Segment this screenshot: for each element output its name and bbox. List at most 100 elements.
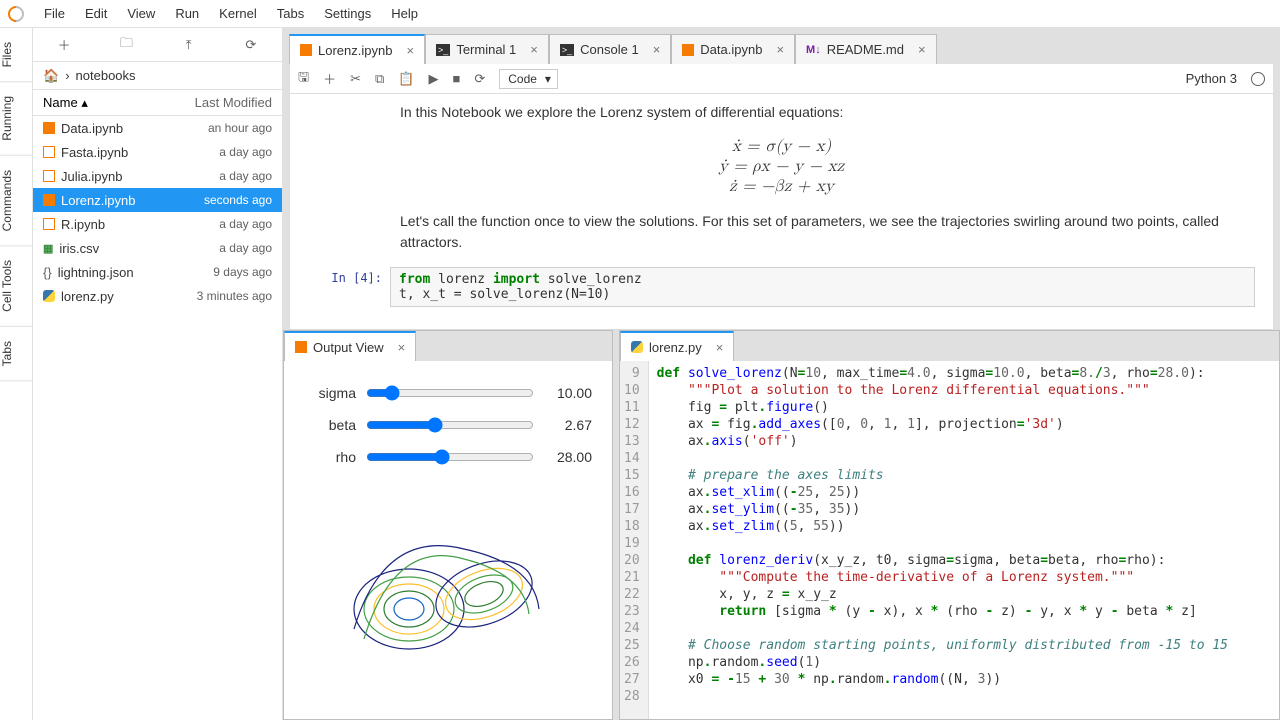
slider-label: rho [304, 449, 356, 465]
lorenz-plot [284, 479, 612, 702]
home-icon[interactable]: 🏠 [43, 68, 59, 84]
dock-tab[interactable]: Data.ipynb × [671, 34, 795, 64]
file-item[interactable]: Fasta.ipynb a day ago [33, 140, 282, 164]
sidetab-commands[interactable]: Commands [0, 156, 32, 246]
file-modified: a day ago [219, 241, 272, 255]
equation-1: ẋ = σ(y − x) [290, 137, 1273, 157]
input-prompt: In [4]: [290, 267, 390, 307]
jupyter-logo-icon [5, 2, 28, 25]
close-icon[interactable]: × [398, 43, 414, 58]
kernel-name[interactable]: Python 3 [1186, 71, 1237, 86]
sidetab-files[interactable]: Files [0, 28, 32, 82]
file-list-header[interactable]: Name ▴ Last Modified [33, 90, 282, 116]
menu-run[interactable]: Run [165, 0, 209, 28]
file-modified: seconds ago [204, 193, 272, 207]
sidetab-tabs[interactable]: Tabs [0, 327, 32, 381]
save-icon[interactable]: 🖫 [298, 68, 309, 90]
close-icon[interactable]: × [390, 340, 406, 355]
spreadsheet-icon: ▦ [43, 242, 53, 255]
markdown-cell-2[interactable]: Let's call the function once to view the… [290, 203, 1273, 261]
stop-icon[interactable]: ■ [452, 71, 460, 86]
breadcrumb-folder[interactable]: notebooks [76, 68, 136, 83]
menu-tabs[interactable]: Tabs [267, 0, 314, 28]
tab-label: Output View [313, 340, 384, 355]
notebook-icon [43, 218, 55, 230]
file-modified: 3 minutes ago [197, 289, 272, 303]
file-item[interactable]: {}lightning.json9 days ago [33, 260, 282, 284]
dock-tab[interactable]: >_Console 1× [549, 34, 671, 64]
header-modified[interactable]: Last Modified [172, 95, 282, 110]
new-folder-icon[interactable]: 🗀 [118, 34, 134, 56]
code-editor[interactable]: 910111213141516171819202122232425262728 … [620, 361, 1279, 719]
slider-label: sigma [304, 385, 356, 401]
header-name[interactable]: Name [43, 95, 78, 110]
file-name: Data.ipynb [61, 121, 202, 136]
sidetab-cell-tools[interactable]: Cell Tools [0, 246, 32, 327]
python-icon [631, 341, 643, 353]
file-item[interactable]: Lorenz.ipynbseconds ago [33, 188, 282, 212]
tab-label: Lorenz.ipynb [318, 43, 392, 58]
file-item[interactable]: ▦iris.csva day ago [33, 236, 282, 260]
file-item[interactable]: Julia.ipynba day ago [33, 164, 282, 188]
code-cell[interactable]: In [4]: from lorenz import solve_lorenzt… [290, 267, 1273, 307]
python-icon [43, 290, 55, 302]
slider-input[interactable] [366, 417, 534, 433]
tab-label: Data.ipynb [700, 42, 762, 57]
tab-lorenz-py[interactable]: lorenz.py× [620, 331, 734, 361]
notebook-icon [43, 194, 55, 206]
dock-tab[interactable]: M↓README.md× [795, 34, 937, 64]
dock-tabbar: Lorenz.ipynb×>_Terminal 1×>_Console 1×Da… [289, 34, 1274, 64]
insert-cell-icon[interactable]: ＋ [323, 69, 336, 88]
close-icon[interactable]: × [522, 42, 538, 57]
menubar: FileEditViewRunKernelTabsSettingsHelp [0, 0, 1280, 28]
refresh-icon[interactable]: ⟳ [243, 37, 259, 53]
tab-output-view[interactable]: Output View × [284, 331, 416, 361]
file-item[interactable]: R.ipynba day ago [33, 212, 282, 236]
slider-input[interactable] [366, 449, 534, 465]
file-item[interactable]: lorenz.py3 minutes ago [33, 284, 282, 308]
equation-3: ż = −βz + xy [290, 177, 1273, 197]
file-item[interactable]: Data.ipynban hour ago [33, 116, 282, 140]
notebook-icon [682, 44, 694, 56]
slider-rho: rho28.00 [304, 441, 592, 473]
menu-edit[interactable]: Edit [75, 0, 117, 28]
close-icon[interactable]: × [645, 42, 661, 57]
cell-type-select[interactable]: Code [499, 69, 558, 89]
menu-kernel[interactable]: Kernel [209, 0, 267, 28]
dock-tab[interactable]: >_Terminal 1× [425, 34, 549, 64]
close-icon[interactable]: × [708, 340, 724, 355]
close-icon[interactable]: × [910, 42, 926, 57]
dock-tab[interactable]: Lorenz.ipynb × [289, 34, 425, 64]
run-icon[interactable]: ▶ [428, 71, 438, 87]
markdown-cell[interactable]: In this Notebook we explore the Lorenz s… [290, 94, 1273, 131]
file-modified: a day ago [219, 145, 272, 159]
menu-help[interactable]: Help [381, 0, 428, 28]
slider-beta: beta2.67 [304, 409, 592, 441]
tab-label: Terminal 1 [456, 42, 516, 57]
copy-icon[interactable]: ⧉ [375, 71, 384, 87]
file-name: Fasta.ipynb [61, 145, 213, 160]
code-input[interactable]: from lorenz import solve_lorenzt, x_t = … [390, 267, 1255, 307]
text-editor-pane: lorenz.py× 91011121314151617181920212223… [619, 330, 1280, 720]
file-name: Julia.ipynb [61, 169, 213, 184]
equation-2: ẏ = ρx − y − xz [290, 157, 1273, 177]
slider-label: beta [304, 417, 356, 433]
new-launcher-icon[interactable]: ＋ [56, 35, 72, 54]
main-area: Lorenz.ipynb×>_Terminal 1×>_Console 1×Da… [283, 28, 1280, 720]
breadcrumb[interactable]: 🏠› notebooks [33, 62, 282, 90]
slider-input[interactable] [366, 385, 534, 401]
file-browser: ＋ 🗀 ⤒ ⟳ 🏠› notebooks Name ▴ Last Modifie… [33, 28, 283, 720]
paste-icon[interactable]: 📋 [398, 71, 414, 87]
cut-icon[interactable]: ✂ [350, 71, 361, 87]
menu-file[interactable]: File [34, 0, 75, 28]
menu-settings[interactable]: Settings [314, 0, 381, 28]
sidetab-running[interactable]: Running [0, 82, 32, 156]
restart-icon[interactable]: ⟳ [474, 71, 485, 87]
notebook-toolbar: 🖫 ＋ ✂ ⧉ 📋 ▶ ■ ⟳ Code Python 3 [289, 64, 1274, 94]
code-content[interactable]: def solve_lorenz(N=10, max_time=4.0, sig… [649, 361, 1236, 719]
output-view-pane: Output View × sigma10.00beta2.67rho28.00 [283, 330, 613, 720]
close-icon[interactable]: × [768, 42, 784, 57]
slider-sigma: sigma10.00 [304, 377, 592, 409]
upload-icon[interactable]: ⤒ [181, 37, 197, 53]
menu-view[interactable]: View [117, 0, 165, 28]
